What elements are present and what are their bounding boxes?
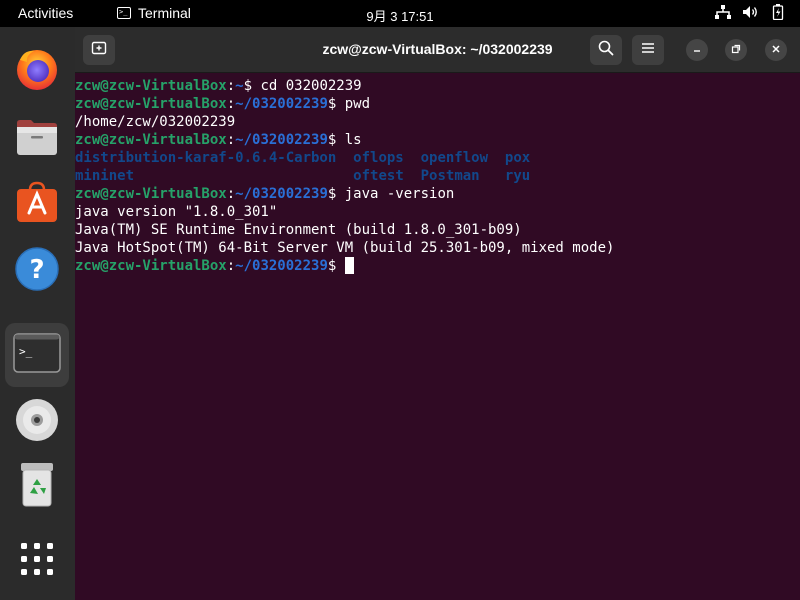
prompt-colon: : [226,96,236,112]
ls-entry: ryu [504,168,531,184]
close-icon [771,41,781,59]
search-icon [598,40,614,61]
help-icon: ? [14,246,60,297]
prompt-symbol: $ [327,258,345,274]
ls-entry: oflops [353,150,404,166]
prompt-user-host: zcw@zcw-VirtualBox [75,78,227,94]
dock-item-trash[interactable] [5,455,69,519]
prompt-path: ~/032002239 [235,96,328,112]
prompt-symbol: $ [327,186,345,202]
app-menu-label: Terminal [138,5,191,21]
ls-entry: pox [504,150,531,166]
command-text: pwd [344,96,371,112]
firefox-icon [14,46,60,97]
prompt-user-host: zcw@zcw-VirtualBox [75,132,227,148]
prompt-colon: : [226,186,236,202]
files-icon [14,114,60,165]
system-tray[interactable] [715,4,786,20]
restore-icon [731,41,741,59]
maximize-button[interactable] [725,39,747,61]
ls-entry: oftest [353,168,404,184]
new-tab-icon [91,40,107,61]
prompt-symbol: $ [243,78,261,94]
command-text: cd 032002239 [260,78,362,94]
text-cursor [344,257,354,274]
terminal-icon: >_ [13,332,61,378]
terminal-line: zcw@zcw-VirtualBox:~/032002239$ pwd [75,95,800,113]
ls-entry: Postman [420,168,480,184]
search-button[interactable] [590,35,622,65]
trash-icon [16,461,58,514]
dock-item-optical-drive[interactable] [5,390,69,454]
close-button[interactable] [765,39,787,61]
prompt-symbol: $ [327,132,345,148]
output-line: Java(TM) SE Runtime Environment (build 1… [75,222,522,238]
dock-item-help[interactable]: ? [5,239,69,303]
prompt-path: ~/032002239 [235,186,328,202]
ls-entry: openflow [420,150,489,166]
prompt-colon: : [226,258,236,274]
ls-entry: distribution-karaf-0.6.4-Carbon [75,150,337,166]
app-grid-icon [20,542,54,581]
dock: ? >_ [0,27,75,600]
dock-item-terminal[interactable]: >_ [5,323,69,387]
volume-icon[interactable] [742,5,759,19]
terminal-line: zcw@zcw-VirtualBox:~/032002239$ ls [75,131,800,149]
prompt-user-host: zcw@zcw-VirtualBox [75,258,227,274]
dock-item-ubuntu-software[interactable] [5,172,69,236]
prompt-path: ~/032002239 [235,132,328,148]
command-text: ls [344,132,362,148]
terminal-line: zcw@zcw-VirtualBox:~$ cd 032002239 [75,77,800,95]
prompt-colon: : [226,132,236,148]
app-menu[interactable]: >_ Terminal [117,5,191,21]
terminal-line: zcw@zcw-VirtualBox:~/032002239$ java -ve… [75,185,800,203]
ls-entry: mininet [75,168,135,184]
minimize-button[interactable] [686,39,708,61]
output-line: Java HotSpot(TM) 64-Bit Server VM (build… [75,240,615,256]
prompt-path: ~ [235,78,244,94]
prompt-path: ~/032002239 [235,258,328,274]
ls-output-row: distribution-karaf-0.6.4-Carbon oflops o… [75,149,800,167]
terminal-app-icon: >_ [117,7,131,19]
terminal-icon-prompt: >_ [19,345,33,358]
top-bar: Activities >_ Terminal 9月 3 17:51 [0,0,800,27]
prompt-user-host: zcw@zcw-VirtualBox [75,186,227,202]
help-glyph: ? [29,255,44,285]
terminal-output[interactable]: zcw@zcw-VirtualBox:~$ cd 032002239 zcw@zc… [75,73,800,600]
output-line: java version "1.8.0_301" [75,204,278,220]
terminal-line: zcw@zcw-VirtualBox:~/032002239$ [75,257,800,275]
hamburger-menu-icon [641,41,655,59]
software-icon [14,179,60,230]
ls-output-row: mininet oftest Postman ryu [75,167,800,185]
clock[interactable]: 9月 3 17:51 [366,9,433,24]
dock-item-files[interactable] [5,107,69,171]
show-applications-button[interactable] [5,529,69,593]
menu-button[interactable] [632,35,664,65]
new-tab-button[interactable] [83,35,115,65]
title-bar[interactable]: zcw@zcw-VirtualBox: ~/032002239 [75,27,800,73]
prompt-user-host: zcw@zcw-VirtualBox [75,96,227,112]
prompt-colon: : [226,78,236,94]
cd-icon [14,397,60,448]
battery-icon[interactable] [770,4,786,20]
network-icon[interactable] [715,5,731,19]
activities-button[interactable]: Activities [18,5,73,21]
terminal-window: zcw@zcw-VirtualBox: ~/032002239 zcw@zcw-… [75,27,800,600]
command-text: java -version [344,186,455,202]
output-line: /home/zcw/032002239 [75,114,236,130]
dock-item-firefox[interactable] [5,39,69,103]
prompt-symbol: $ [327,96,345,112]
minimize-icon [692,41,702,59]
